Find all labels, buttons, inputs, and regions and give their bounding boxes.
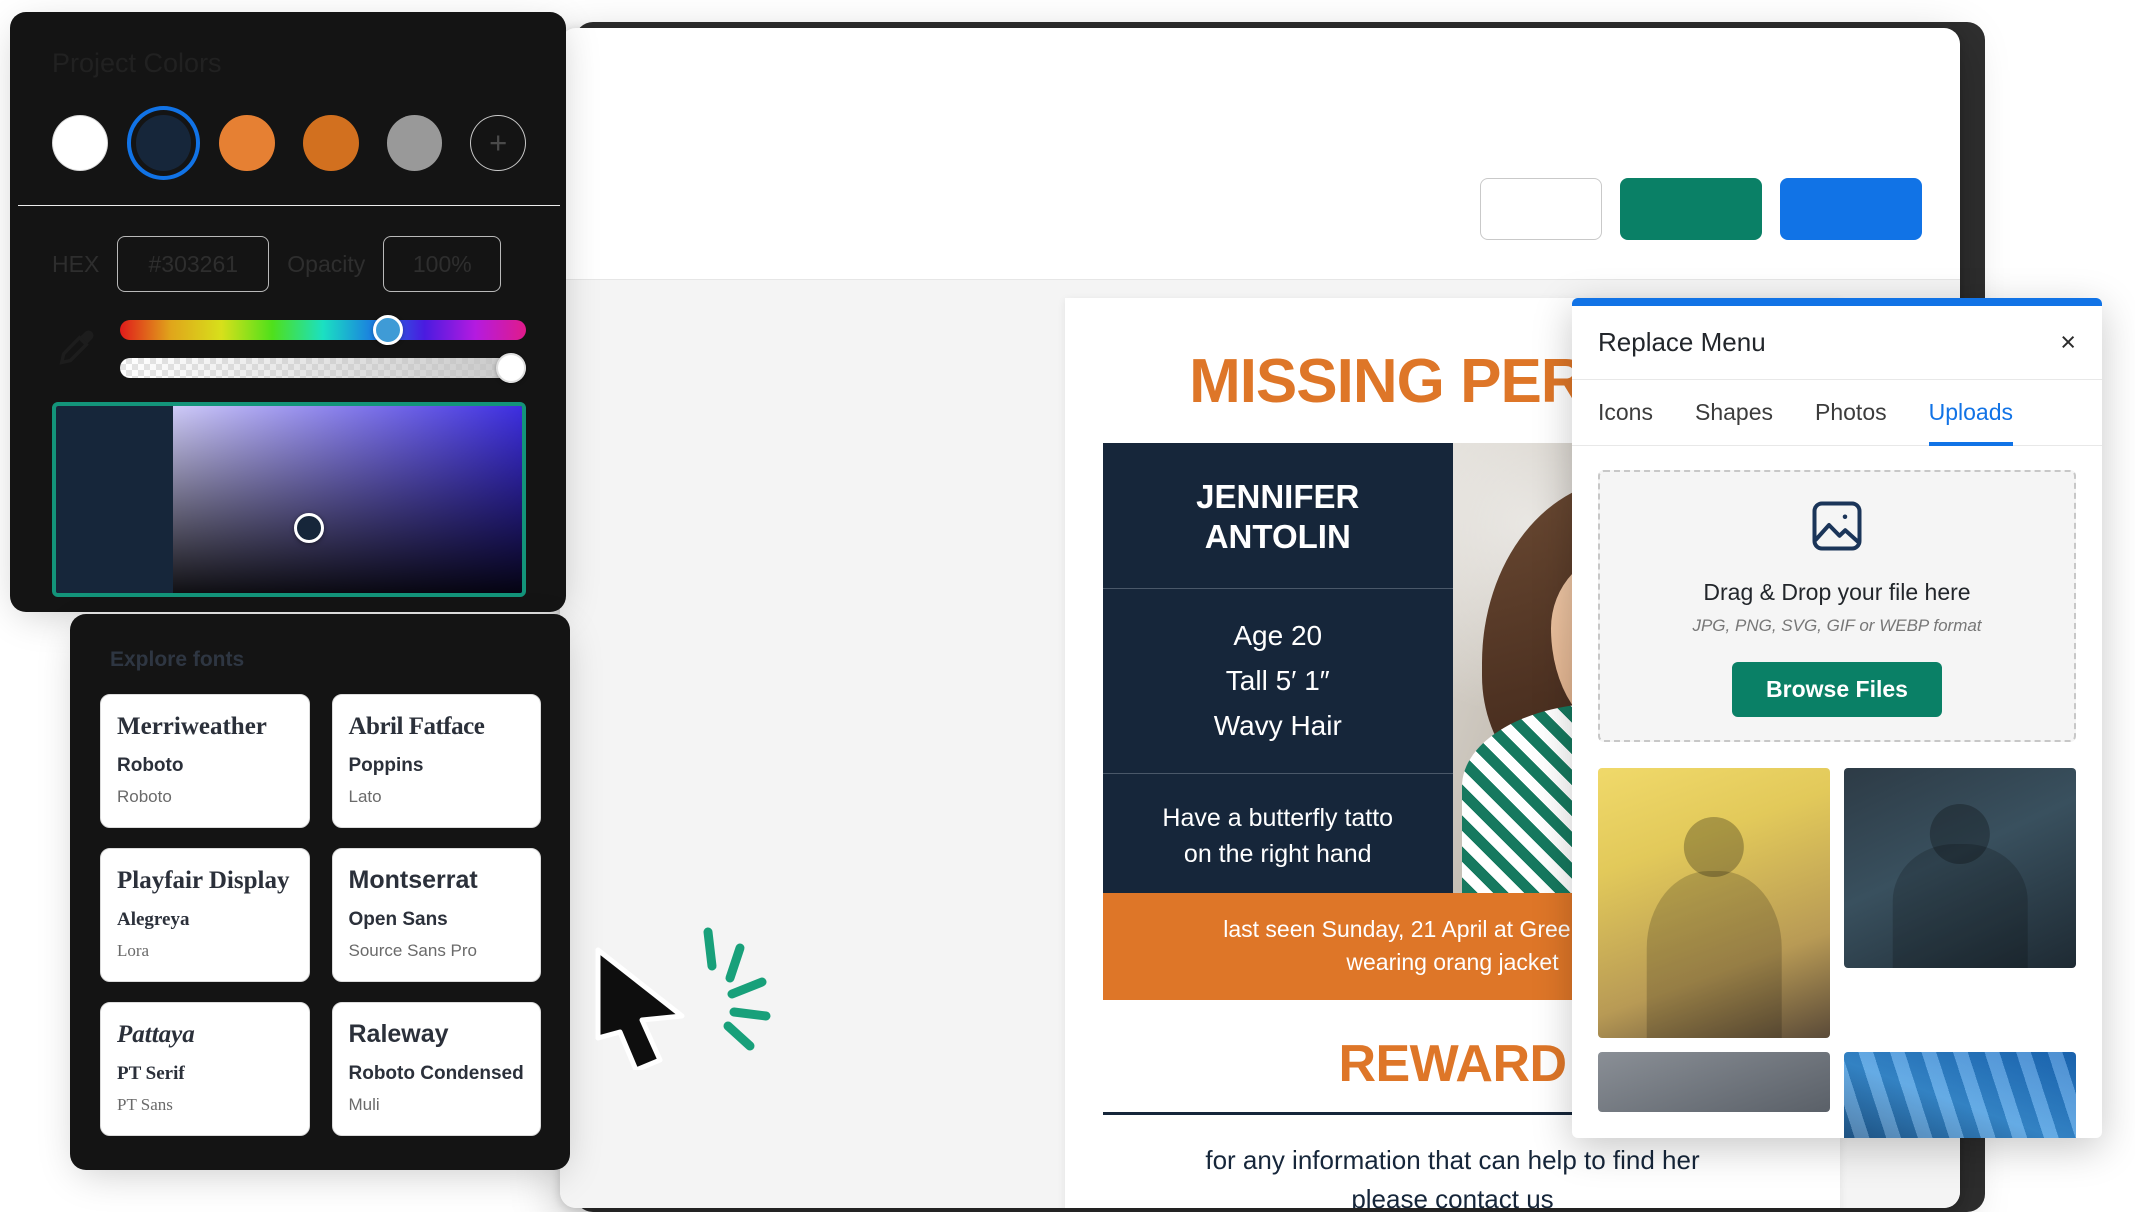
tab-shapes[interactable]: Shapes [1695,380,1773,446]
replace-menu-panel[interactable]: Replace Menu × Icons Shapes Photos Uploa… [1572,298,2102,1138]
font-card-display: Abril Fatface [348,713,485,740]
alpha-slider[interactable] [120,353,526,383]
mouse-cursor [590,920,790,1073]
explore-fonts-title: Explore fonts [110,648,245,671]
opacity-input[interactable]: 100% [383,236,502,292]
uploads-thumbnail-grid [1598,768,2076,1138]
replace-menu-header: Replace Menu × [1572,306,2102,380]
font-card-display: Pattaya [117,1021,195,1048]
font-card-display: Merriweather [117,713,267,740]
font-card-display: Playfair Display [117,867,290,894]
poster-stat-age: Age 20 [1233,619,1323,651]
poster-contact-line1: for any information that can help to fin… [1205,1144,1700,1175]
font-card[interactable]: Montserrat Open Sans Source Sans Pro [331,848,541,982]
hex-input[interactable]: #303261 [117,236,270,292]
font-card-display: Montserrat [348,866,478,894]
replace-menu-accent-bar [1572,298,2102,306]
font-card-third: PT Sans [117,1094,173,1114]
saturation-value-gradient[interactable] [52,402,526,597]
project-colors-panel[interactable]: Project Colors + HEX #303261 Opacity 100… [10,12,566,612]
font-card-sub: Poppins [348,754,424,776]
slider-block [52,315,526,383]
replace-menu-tabs: Icons Shapes Photos Uploads [1572,380,2102,446]
font-card-third: Muli [348,1094,380,1114]
color-swatch-gray[interactable] [386,115,443,171]
font-card[interactable]: Merriweather Roboto Roboto [100,694,310,828]
upload-thumbnail[interactable] [1844,768,2076,968]
poster-contact-line2: please contact us [1351,1183,1554,1208]
poster-note-line2: on the right hand [1183,839,1372,868]
poster-note: Have a butterfly tatto on the right hand [1103,774,1453,899]
font-card[interactable]: Playfair Display Alegreya Lora [100,848,310,982]
thumb-glass-pattern [1844,1052,2076,1138]
upload-thumbnail[interactable] [1844,1052,2076,1138]
font-card-third: Lato [348,786,382,806]
file-dropzone[interactable]: Drag & Drop your file here JPG, PNG, SVG… [1598,470,2076,742]
font-grid: Merriweather Roboto Roboto Abril Fatface… [100,694,541,1136]
toolbar-blue-button[interactable] [1780,177,1922,240]
poster-note-line1: Have a butterfly tatto [1162,803,1394,832]
upload-thumbnail[interactable] [1598,768,1830,1038]
color-swatch-orange-dark[interactable] [302,115,359,171]
font-card[interactable]: Pattaya PT Serif PT Sans [100,1002,310,1136]
sliders [120,315,526,383]
tab-photos[interactable]: Photos [1815,380,1887,446]
gradient-picker-knob[interactable] [293,512,324,543]
poster-person-name: JENNIFER ANTOLIN [1103,443,1453,589]
dropzone-title: Drag & Drop your file here [1703,578,1971,605]
poster-contact-text: for any information that can help to fin… [1103,1141,1802,1208]
thumb-person-shape [1646,870,1782,1038]
panel-divider [18,205,560,206]
poster-name-line2: ANTOLIN [1204,518,1351,556]
poster-info-panel: JENNIFER ANTOLIN Age 20 Tall 5′ 1″ Wavy … [1103,443,1453,893]
poster-name-line1: JENNIFER [1196,478,1360,515]
replace-menu-title: Replace Menu [1598,327,1766,357]
color-swatch-white[interactable] [52,115,108,171]
add-color-button[interactable]: + [470,115,526,171]
font-card-display: Raleway [348,1020,449,1048]
font-card-sub: Alegreya [117,908,190,930]
dropzone-formats: JPG, PNG, SVG, GIF or WEBP format [1692,615,1982,635]
image-placeholder-icon [1807,496,1867,561]
font-card[interactable]: Abril Fatface Poppins Lato [331,694,541,828]
hex-opacity-row: HEX #303261 Opacity 100% [52,236,526,292]
poster-stat-height: Tall 5′ 1″ [1225,664,1330,696]
hue-slider[interactable] [120,315,526,345]
toolbar-teal-button[interactable] [1620,177,1762,240]
font-card-sub: Open Sans [348,908,448,930]
hue-slider-knob[interactable] [372,315,403,345]
poster-stats: Age 20 Tall 5′ 1″ Wavy Hair [1103,589,1453,774]
swatch-row: + [52,106,526,180]
font-card-third: Source Sans Pro [348,940,478,960]
alpha-slider-knob[interactable] [496,353,526,383]
poster-stat-hair: Wavy Hair [1213,710,1342,742]
thumb-head-shape [1683,816,1745,877]
font-card-sub: PT Serif [117,1062,185,1084]
font-card-sub: Roboto [117,754,184,776]
font-card-third: Roboto [117,786,172,806]
font-card[interactable]: Raleway Roboto Condensed Muli [331,1002,541,1136]
hex-label: HEX [52,250,100,277]
upload-thumbnail[interactable] [1598,1052,1830,1112]
tab-icons[interactable]: Icons [1598,380,1653,446]
explore-fonts-panel[interactable]: Explore fonts Merriweather Roboto Roboto… [70,614,570,1170]
font-card-third: Lora [117,940,150,960]
gradient-dark-block [56,406,173,593]
project-colors-title: Project Colors [52,48,222,78]
editor-toolbar [560,138,1960,280]
color-swatch-orange-light[interactable] [219,115,275,171]
toolbar-outline-button[interactable] [1480,177,1602,240]
color-swatch-navy[interactable] [126,106,201,180]
tab-uploads[interactable]: Uploads [1929,380,2013,446]
eyedropper-icon[interactable] [52,326,98,372]
close-icon[interactable]: × [2060,329,2076,356]
browse-files-button[interactable]: Browse Files [1732,661,1942,717]
opacity-label: Opacity [287,250,366,277]
font-card-sub: Roboto Condensed [348,1062,524,1084]
